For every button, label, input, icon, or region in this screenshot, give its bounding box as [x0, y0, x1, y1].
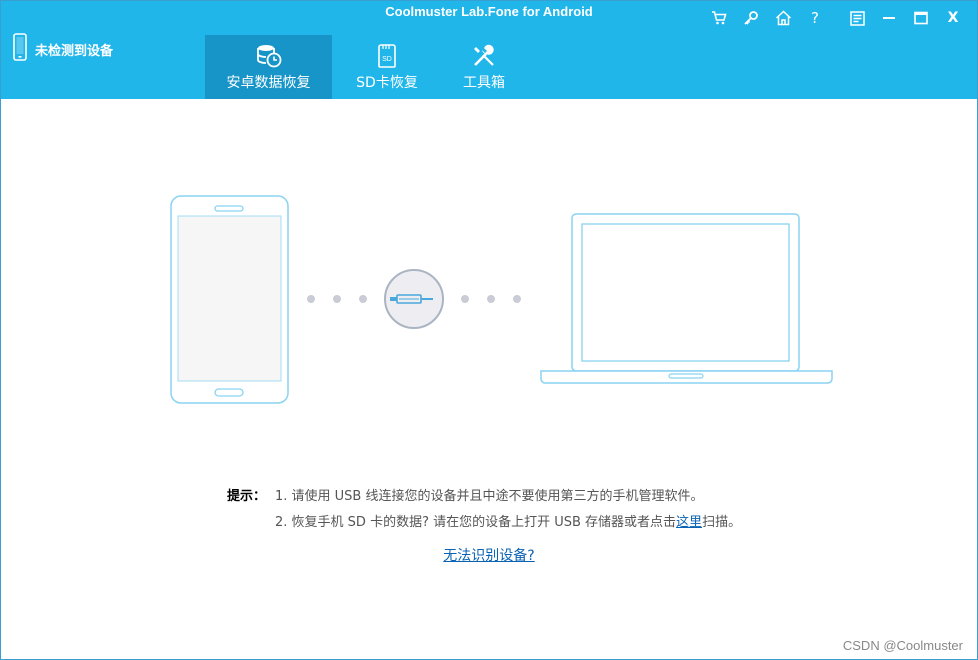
cannot-recognize-device-link[interactable]: 无法识别设备? — [443, 548, 534, 564]
hints-section: 提示： 1. 请使用 USB 线连接您的设备并且中途不要使用第三方的手机管理软件… — [227, 481, 741, 533]
scan-here-link[interactable]: 这里 — [676, 511, 702, 530]
dots-left — [307, 295, 367, 303]
app-window: Coolmuster Lab.Fone for Android ? X 未检测到… — [0, 0, 978, 660]
hint-row-1: 提示： 1. 请使用 USB 线连接您的设备并且中途不要使用第三方的手机管理软件… — [227, 481, 741, 507]
help-link-row: 无法识别设备? — [1, 545, 977, 565]
hint-line-2-suffix: 扫描。 — [702, 514, 742, 530]
usb-cable-icon — [384, 269, 444, 329]
watermark: CSDN @Coolmuster — [842, 638, 963, 653]
dots-right — [461, 295, 521, 303]
laptop-illustration — [540, 213, 833, 384]
phone-illustration — [170, 195, 289, 404]
hint-label: 提示： — [227, 488, 267, 504]
hint-line-1: 1. 请使用 USB 线连接您的设备并且中途不要使用第三方的手机管理软件。 — [275, 488, 704, 504]
hint-row-2: 2. 恢复手机 SD 卡的数据? 请在您的设备上打开 USB 存储器或者点击 这… — [227, 507, 741, 533]
hint-line-2-prefix: 2. 恢复手机 SD 卡的数据? 请在您的设备上打开 USB 存储器或者点击 — [275, 514, 677, 530]
